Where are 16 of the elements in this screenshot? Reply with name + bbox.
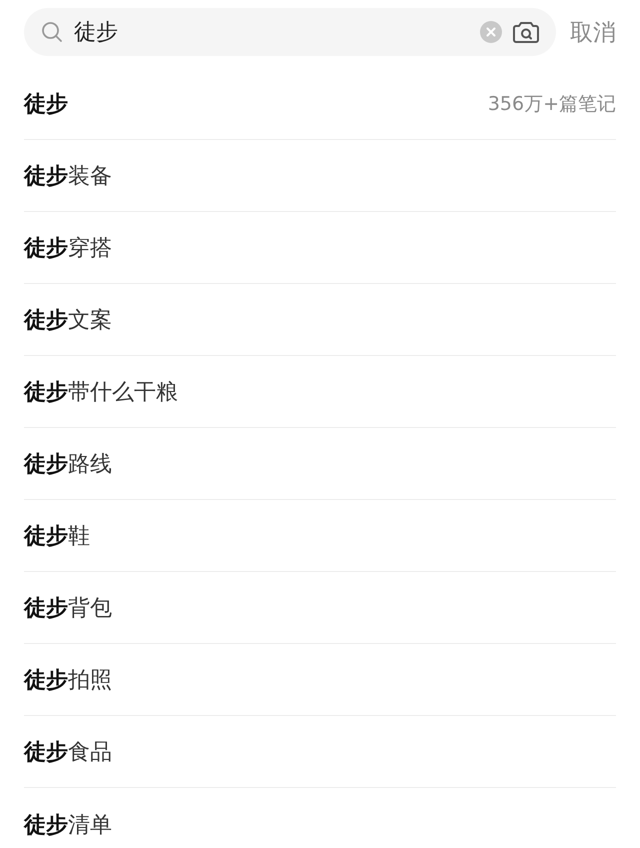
suggestion-item[interactable]: 徒步文案 bbox=[24, 304, 112, 334]
suggestion-item[interactable]: 徒步路线 bbox=[24, 448, 112, 478]
suggestion-item[interactable]: 徒步装备 bbox=[24, 160, 112, 190]
search-text: 徒步 bbox=[74, 19, 119, 47]
suggestion-item[interactable]: 徒步清单 bbox=[24, 810, 112, 840]
search-field[interactable]: 徒步 bbox=[24, 8, 556, 56]
suggestion-item[interactable]: 徒步背包 bbox=[24, 592, 112, 622]
note-count: 356万+篇笔记 bbox=[488, 92, 616, 116]
suggestion-item[interactable]: 徒步鞋 bbox=[24, 520, 90, 550]
suggestion-item[interactable]: 徒步食品 bbox=[24, 736, 112, 766]
suggestion-item[interactable]: 徒步带什么干粮 bbox=[24, 376, 178, 406]
suggestion-item[interactable]: 徒步 bbox=[24, 88, 68, 118]
search-icon bbox=[40, 20, 64, 44]
camera-icon[interactable] bbox=[512, 19, 540, 45]
suggestion-item[interactable]: 徒步穿搭 bbox=[24, 232, 112, 262]
suggestion-item[interactable]: 徒步拍照 bbox=[24, 664, 112, 694]
